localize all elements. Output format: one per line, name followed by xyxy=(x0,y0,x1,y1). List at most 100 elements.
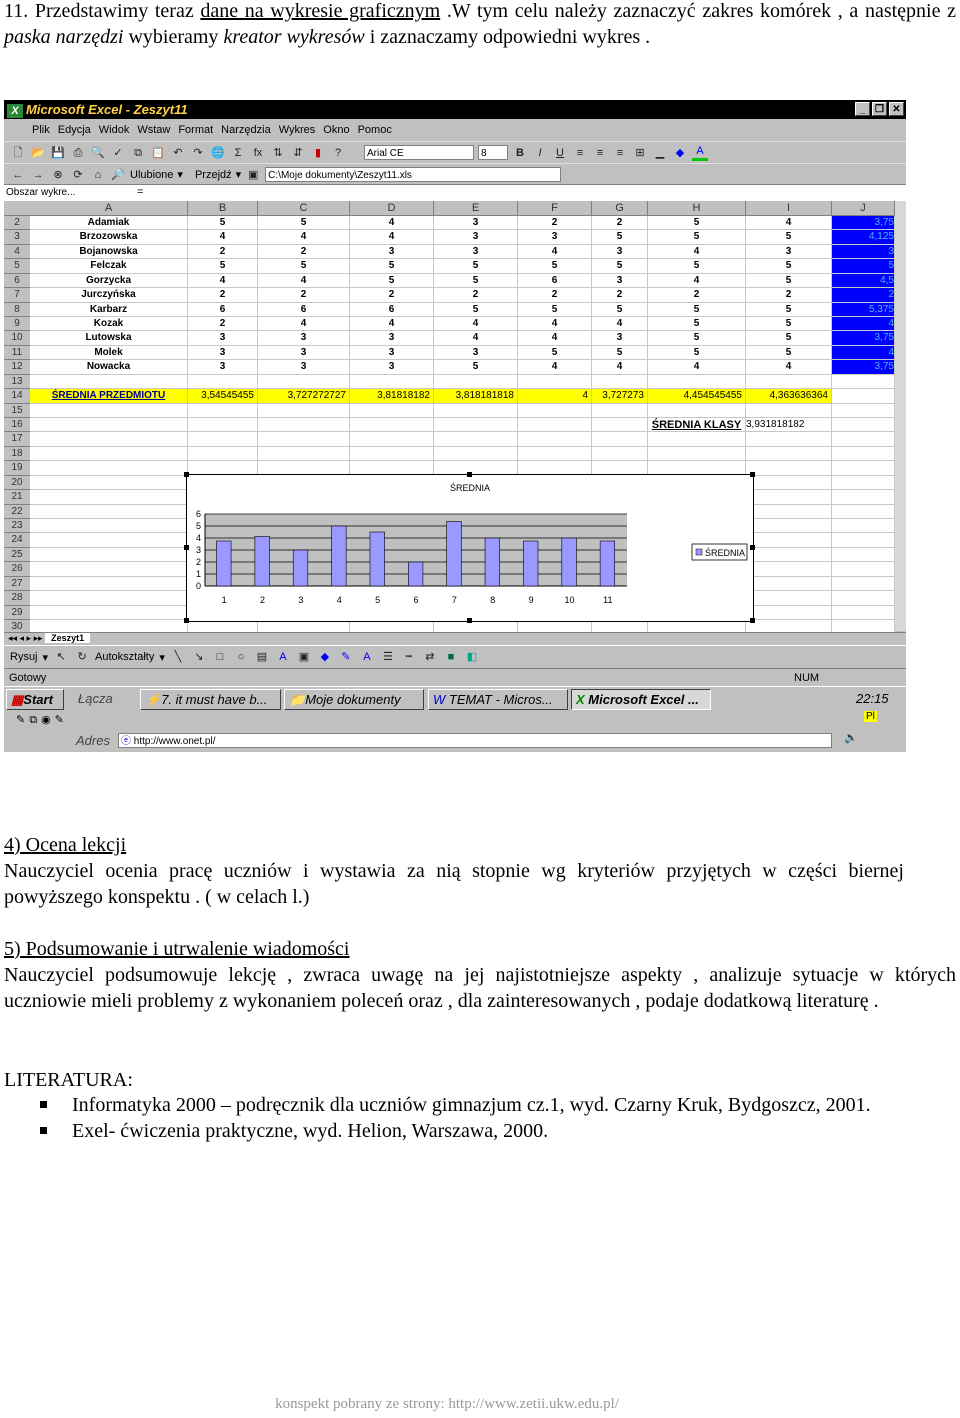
cell[interactable]: 3 xyxy=(350,360,434,375)
wordart-icon[interactable]: A xyxy=(275,650,291,664)
cell[interactable] xyxy=(434,432,518,447)
cell[interactable] xyxy=(592,403,648,418)
cell[interactable] xyxy=(746,605,832,621)
cell[interactable] xyxy=(648,374,746,390)
undo-icon[interactable]: ↶ xyxy=(170,146,186,160)
underline-icon[interactable]: U xyxy=(552,146,568,160)
cell[interactable] xyxy=(188,418,258,433)
bold-icon[interactable]: B xyxy=(512,146,528,160)
cell[interactable]: 4 xyxy=(592,360,648,375)
arrow-icon[interactable]: ↘ xyxy=(191,650,207,664)
row-header[interactable]: 10 xyxy=(4,331,30,346)
cell[interactable]: 4 xyxy=(258,230,350,245)
cell[interactable]: 2 xyxy=(258,244,350,260)
cell[interactable]: 2 xyxy=(518,216,592,231)
cell[interactable]: Bojanowska xyxy=(30,244,188,260)
cell[interactable] xyxy=(30,461,188,476)
cell[interactable]: ŚREDNIA PRZEDMIOTU xyxy=(30,389,188,404)
align-right-icon[interactable]: ≡ xyxy=(612,146,628,160)
cell[interactable]: 5 xyxy=(518,259,592,274)
column-header[interactable]: D xyxy=(350,201,434,216)
italic-icon[interactable]: I xyxy=(532,146,548,160)
cell[interactable] xyxy=(30,576,188,592)
cell[interactable] xyxy=(30,519,188,534)
cell[interactable] xyxy=(746,547,832,563)
cell[interactable]: Karbarz xyxy=(30,302,188,317)
cell[interactable]: 5 xyxy=(592,345,648,361)
cell[interactable]: 2 xyxy=(648,288,746,303)
column-header[interactable]: J xyxy=(832,201,895,216)
save-icon[interactable]: 💾 xyxy=(50,146,66,160)
cell[interactable]: 2 xyxy=(832,288,895,303)
resize-handle[interactable] xyxy=(467,618,472,623)
cell[interactable] xyxy=(832,591,895,606)
cell[interactable]: 4 xyxy=(258,317,350,332)
arrow-style-icon[interactable]: ⇄ xyxy=(422,650,438,664)
browser-address-field[interactable]: ⓔ http://www.onet.pl/ xyxy=(118,733,832,748)
cell[interactable] xyxy=(832,533,895,548)
cell[interactable] xyxy=(832,403,895,418)
cell[interactable]: 4 xyxy=(434,331,518,346)
row-header[interactable]: 23 xyxy=(4,519,30,534)
home-icon[interactable]: ⌂ xyxy=(90,168,106,182)
cell[interactable] xyxy=(832,519,895,534)
cell[interactable] xyxy=(518,418,592,433)
cell[interactable]: 3,931818182 xyxy=(746,418,832,433)
cell[interactable]: Felczak xyxy=(30,259,188,274)
row-header[interactable]: 11 xyxy=(4,345,30,361)
cell[interactable]: 5 xyxy=(746,331,832,346)
cell[interactable]: Brzozowska xyxy=(30,230,188,245)
rectangle-icon[interactable]: □ xyxy=(212,650,228,664)
cell[interactable]: 6 xyxy=(518,273,592,289)
cell[interactable] xyxy=(832,432,895,447)
column-header[interactable]: I xyxy=(746,201,832,216)
cell[interactable] xyxy=(518,446,592,462)
cell[interactable] xyxy=(188,446,258,462)
cell[interactable] xyxy=(30,446,188,462)
cell[interactable]: 3,75 xyxy=(832,360,895,375)
rotate-icon[interactable]: ↻ xyxy=(74,650,90,664)
menu-item-6[interactable]: Wykres xyxy=(279,120,316,140)
merge-icon[interactable]: ⊞ xyxy=(632,146,648,160)
back-icon[interactable]: ← xyxy=(10,168,26,182)
cell[interactable] xyxy=(518,374,592,390)
font-color-icon[interactable]: A xyxy=(692,144,708,161)
resize-handle[interactable] xyxy=(184,472,189,477)
cell[interactable]: 2 xyxy=(434,288,518,303)
dash-style-icon[interactable]: ┅ xyxy=(401,650,417,664)
cell[interactable] xyxy=(30,591,188,606)
resize-handle[interactable] xyxy=(750,545,755,550)
cell[interactable]: 5 xyxy=(746,273,832,289)
minimize-button[interactable]: _ xyxy=(855,102,870,116)
row-header[interactable]: 27 xyxy=(4,576,30,592)
cell[interactable]: 5 xyxy=(188,216,258,231)
align-center-icon[interactable]: ≡ xyxy=(592,146,608,160)
row-header[interactable]: 15 xyxy=(4,403,30,418)
cell[interactable]: 3 xyxy=(434,244,518,260)
cell[interactable]: 4,363636364 xyxy=(746,389,832,404)
taskbar-item[interactable]: 📁Moje dokumenty xyxy=(284,689,424,710)
cell[interactable]: 4 xyxy=(434,317,518,332)
cell[interactable] xyxy=(746,591,832,606)
menu-item-3[interactable]: Wstaw xyxy=(137,120,170,140)
cell[interactable]: 5 xyxy=(434,259,518,274)
cell[interactable] xyxy=(434,418,518,433)
cell[interactable] xyxy=(592,446,648,462)
cell[interactable] xyxy=(258,432,350,447)
cell[interactable] xyxy=(258,418,350,433)
row-header[interactable]: 29 xyxy=(4,605,30,621)
align-left-icon[interactable]: ≡ xyxy=(572,146,588,160)
cell[interactable]: 5,375 xyxy=(832,302,895,317)
cell[interactable]: 5 xyxy=(592,302,648,317)
cell[interactable]: 2 xyxy=(188,244,258,260)
cell[interactable]: 3 xyxy=(350,244,434,260)
cell[interactable] xyxy=(518,403,592,418)
column-header[interactable]: F xyxy=(518,201,592,216)
cell[interactable]: 2 xyxy=(592,288,648,303)
cell[interactable] xyxy=(746,374,832,390)
cell[interactable]: 5 xyxy=(746,317,832,332)
cell[interactable]: 5 xyxy=(188,259,258,274)
chart-wizard-icon[interactable]: ▮ xyxy=(310,146,326,160)
draw-menu[interactable]: Rysuj xyxy=(10,651,38,663)
cell[interactable]: 3 xyxy=(592,273,648,289)
